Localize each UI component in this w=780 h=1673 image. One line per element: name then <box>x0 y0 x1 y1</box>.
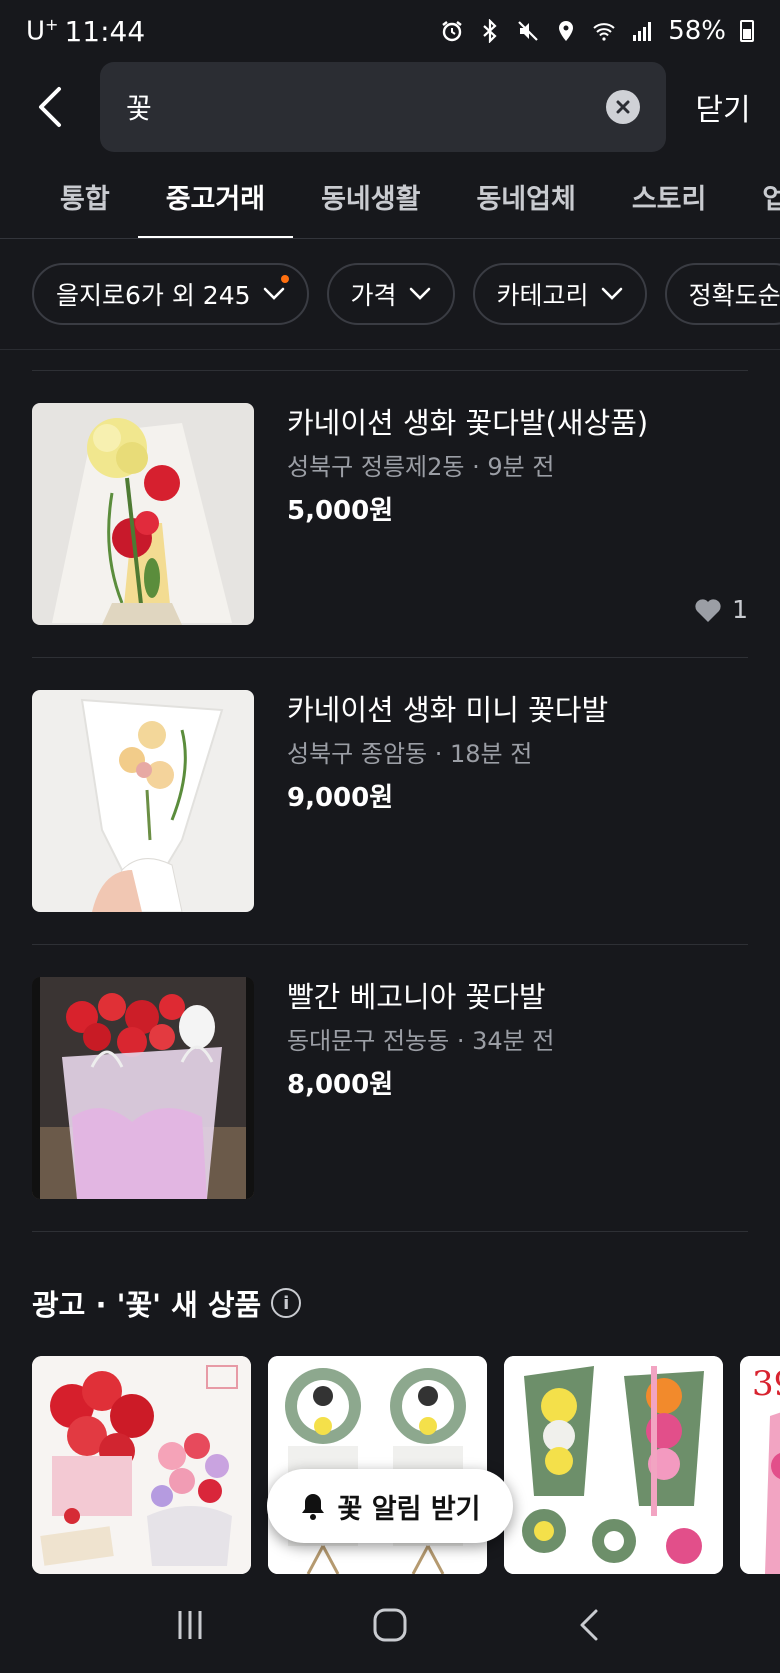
listing-price: 9,000원 <box>287 783 394 813</box>
tab-neighborhood-life[interactable]: 동네생활 <box>293 164 448 238</box>
begonia-bouquet-image <box>32 977 254 1199</box>
listing-info: 빨간 베고니아 꽃다발 동대문구 전농동 · 34분 전 8,000원 <box>287 975 748 1107</box>
home-button[interactable] <box>350 1595 430 1655</box>
recent-apps-icon <box>178 1610 202 1639</box>
keyword-alert-label: 꽃 알림 받기 <box>337 1493 481 1525</box>
listing-item[interactable]: 카네이션 생화 미니 꽃다발 성북구 종암동 · 18분 전 9,000원 <box>32 657 748 945</box>
ad-product-card[interactable] <box>32 1356 251 1574</box>
tab-business[interactable]: 업체 <box>734 164 780 238</box>
carnation-bouquet-image <box>32 403 254 625</box>
listing-info: 카네이션 생화 미니 꽃다발 성북구 종암동 · 18분 전 9,000원 <box>287 688 748 820</box>
info-icon[interactable]: i <box>271 1288 302 1318</box>
listing-title: 카네이션 생화 꽃다발(새상품) <box>287 406 649 440</box>
clear-search-button[interactable] <box>606 90 640 124</box>
ad-product-carousel: 39 <box>32 1356 780 1576</box>
filter-sort[interactable]: 정확도순 <box>664 263 780 325</box>
like-count: 1 <box>694 595 748 624</box>
ad-divider <box>32 1231 748 1232</box>
listing-title: 카네이션 생화 미니 꽃다발 <box>287 693 609 727</box>
heart-icon <box>695 598 721 622</box>
wifi-icon <box>593 23 615 41</box>
tab-all[interactable]: 통합 <box>0 164 138 238</box>
back-button[interactable] <box>0 62 100 152</box>
listing-meta: 성북구 정릉제2동 · 9분 전 <box>287 453 555 481</box>
chevron-down-icon <box>263 287 284 300</box>
search-header: 닫기 <box>0 62 780 152</box>
close-icon <box>616 100 630 114</box>
battery-icon <box>740 20 754 42</box>
ad-section-title: 광고 · '꽃' 새 상품 i <box>32 1282 302 1324</box>
alarm-icon <box>442 21 462 42</box>
filter-category[interactable]: 카테고리 <box>472 263 647 325</box>
chevron-left-icon <box>39 87 61 127</box>
search-input[interactable] <box>126 90 606 124</box>
listing-info: 카네이션 생화 꽃다발(새상품) 성북구 정릉제2동 · 9분 전 5,000원 <box>287 401 748 533</box>
listing-meta: 성북구 종암동 · 18분 전 <box>287 740 533 768</box>
ad-product-card[interactable]: 39 <box>740 1356 780 1574</box>
chevron-down-icon <box>601 287 622 300</box>
tab-story[interactable]: 스토리 <box>604 164 735 238</box>
listing-item[interactable]: 카네이션 생화 꽃다발(새상품) 성북구 정릉제2동 · 9분 전 5,000원… <box>32 370 748 658</box>
status-time: 11:44 <box>64 14 146 48</box>
listing-thumbnail <box>32 403 254 625</box>
like-count-value: 1 <box>732 595 748 624</box>
bell-icon <box>301 1494 324 1520</box>
flower-basket-image <box>32 1356 251 1574</box>
listing-thumbnail <box>32 690 254 912</box>
system-back-button[interactable] <box>550 1595 630 1655</box>
status-right: 58% <box>440 16 754 46</box>
home-icon <box>373 1608 407 1641</box>
tab-bar: 통합 중고거래 동네생활 동네업체 스토리 업체 <box>0 164 780 239</box>
ad-card-price-text: 39 <box>752 1364 780 1404</box>
tab-used-trade[interactable]: 중고거래 <box>137 164 294 238</box>
listing-meta: 동대문구 전농동 · 34분 전 <box>287 1027 555 1055</box>
signal-icon <box>633 22 652 41</box>
location-icon <box>559 21 574 41</box>
ad-product-card[interactable] <box>504 1356 723 1574</box>
listing-price: 5,000원 <box>287 496 394 526</box>
bluetooth-icon <box>483 19 497 43</box>
ad-title-text: 광고 · '꽃' 새 상품 <box>32 1288 262 1322</box>
close-button[interactable]: 닫기 <box>666 85 780 129</box>
section-divider <box>0 349 780 350</box>
listing-title: 빨간 베고니아 꽃다발 <box>287 980 546 1014</box>
filter-sort-label: 정확도순 <box>688 281 780 310</box>
listing-item[interactable]: 빨간 베고니아 꽃다발 동대문구 전농동 · 34분 전 8,000원 <box>32 944 748 1232</box>
mini-bouquet-image <box>32 690 254 912</box>
listing-thumbnail <box>32 977 254 1199</box>
search-box <box>100 62 666 152</box>
back-icon <box>580 1609 598 1640</box>
system-nav-bar <box>0 1576 780 1673</box>
tab-local-business[interactable]: 동네업체 <box>448 164 603 238</box>
chevron-down-icon <box>409 287 430 300</box>
recent-apps-button[interactable] <box>150 1595 230 1655</box>
status-bar: U+ 11:44 58% <box>0 0 780 62</box>
mute-icon <box>518 21 538 41</box>
filter-price[interactable]: 가격 <box>326 263 455 325</box>
filter-price-label: 가격 <box>350 281 397 310</box>
carrier: U+ <box>26 15 59 47</box>
status-left: U+ 11:44 <box>26 15 145 48</box>
keyword-alert-button[interactable]: 꽃 알림 받기 <box>267 1469 513 1543</box>
filter-location-label: 을지로6가 외 245 <box>56 281 251 310</box>
new-indicator-dot <box>280 275 289 283</box>
celebration-wreath-image <box>504 1356 723 1574</box>
filter-category-label: 카테고리 <box>496 281 589 310</box>
battery-percent: 58% <box>668 16 726 46</box>
filter-location[interactable]: 을지로6가 외 245 <box>32 263 309 325</box>
listing-price: 8,000원 <box>287 1070 394 1100</box>
filter-bar: 을지로6가 외 245 가격 카테고리 정확도순 <box>32 263 780 325</box>
